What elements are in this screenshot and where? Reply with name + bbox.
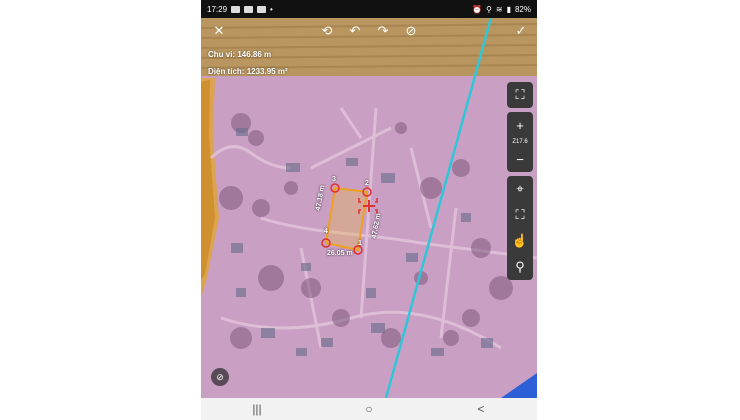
measurement-panel: Chu vi: 146.86 m Diện tích: 1233.95 m² [208, 46, 288, 80]
back-button[interactable]: < [451, 402, 511, 416]
phone-screen: 17:29 • ⏰ ⚲ ≋ ▮ 82% ✕ ⟲ ↶ ↷ ⊘ ✓ Chu vi: … [201, 0, 537, 420]
redo-button[interactable]: ↷ [373, 22, 393, 40]
status-time: 17:29 [207, 4, 228, 14]
location-icon: ⚲ [486, 4, 492, 14]
my-location-button[interactable]: ⌖ [507, 176, 533, 202]
hide-layer-button[interactable]: ⊘ [211, 368, 229, 386]
recents-button[interactable]: ||| [227, 402, 287, 416]
close-button[interactable]: ✕ [209, 22, 229, 40]
area-label: Diện tích: [208, 67, 245, 76]
point-label-4: 4 [324, 228, 328, 235]
edge-length-bottom: 26.05 m [327, 250, 353, 257]
zoom-panel: + Z17.6 − [507, 112, 533, 172]
clear-button[interactable]: ⊘ [401, 22, 421, 40]
perimeter-label: Chu vi: [208, 50, 236, 59]
perimeter-value: 146.86 m [237, 50, 272, 59]
zoom-out-button[interactable]: − [507, 146, 533, 172]
point-label-3: 3 [332, 176, 336, 183]
notification-icon [257, 5, 267, 13]
android-nav-bar: ||| ○ < [201, 398, 537, 420]
point-label-1: 1 [358, 240, 362, 247]
wifi-icon: ≋ [495, 4, 503, 14]
fit-bounds-button[interactable]: ⛶ [507, 202, 533, 228]
undo-button[interactable]: ↶ [345, 22, 365, 40]
tools-panel: ⌖ ⛶ ☝ ⚲ [507, 176, 533, 280]
signal-icon: ▮ [506, 4, 511, 14]
status-dot: • [270, 4, 273, 14]
confirm-button[interactable]: ✓ [511, 22, 531, 40]
alarm-icon: ⏰ [472, 4, 483, 14]
zoom-level: Z17.6 [512, 139, 528, 145]
status-bar: 17:29 • ⏰ ⚲ ≋ ▮ 82% [201, 0, 537, 18]
point-label-2: 2 [365, 180, 369, 187]
fullscreen-button[interactable]: ⛶ [507, 82, 533, 108]
fullscreen-panel: ⛶ [507, 82, 533, 108]
zoom-in-button[interactable]: + [507, 112, 533, 138]
home-button[interactable]: ○ [339, 402, 399, 416]
notification-icon [244, 5, 254, 13]
add-pin-button[interactable]: ⚲ [507, 254, 533, 280]
notification-icon [231, 5, 241, 13]
snap-button[interactable]: ⟲ [317, 22, 337, 40]
touch-mode-button[interactable]: ☝ [507, 228, 533, 254]
battery-level: 82% [514, 4, 531, 14]
area-value: 1233.95 m² [246, 67, 288, 76]
